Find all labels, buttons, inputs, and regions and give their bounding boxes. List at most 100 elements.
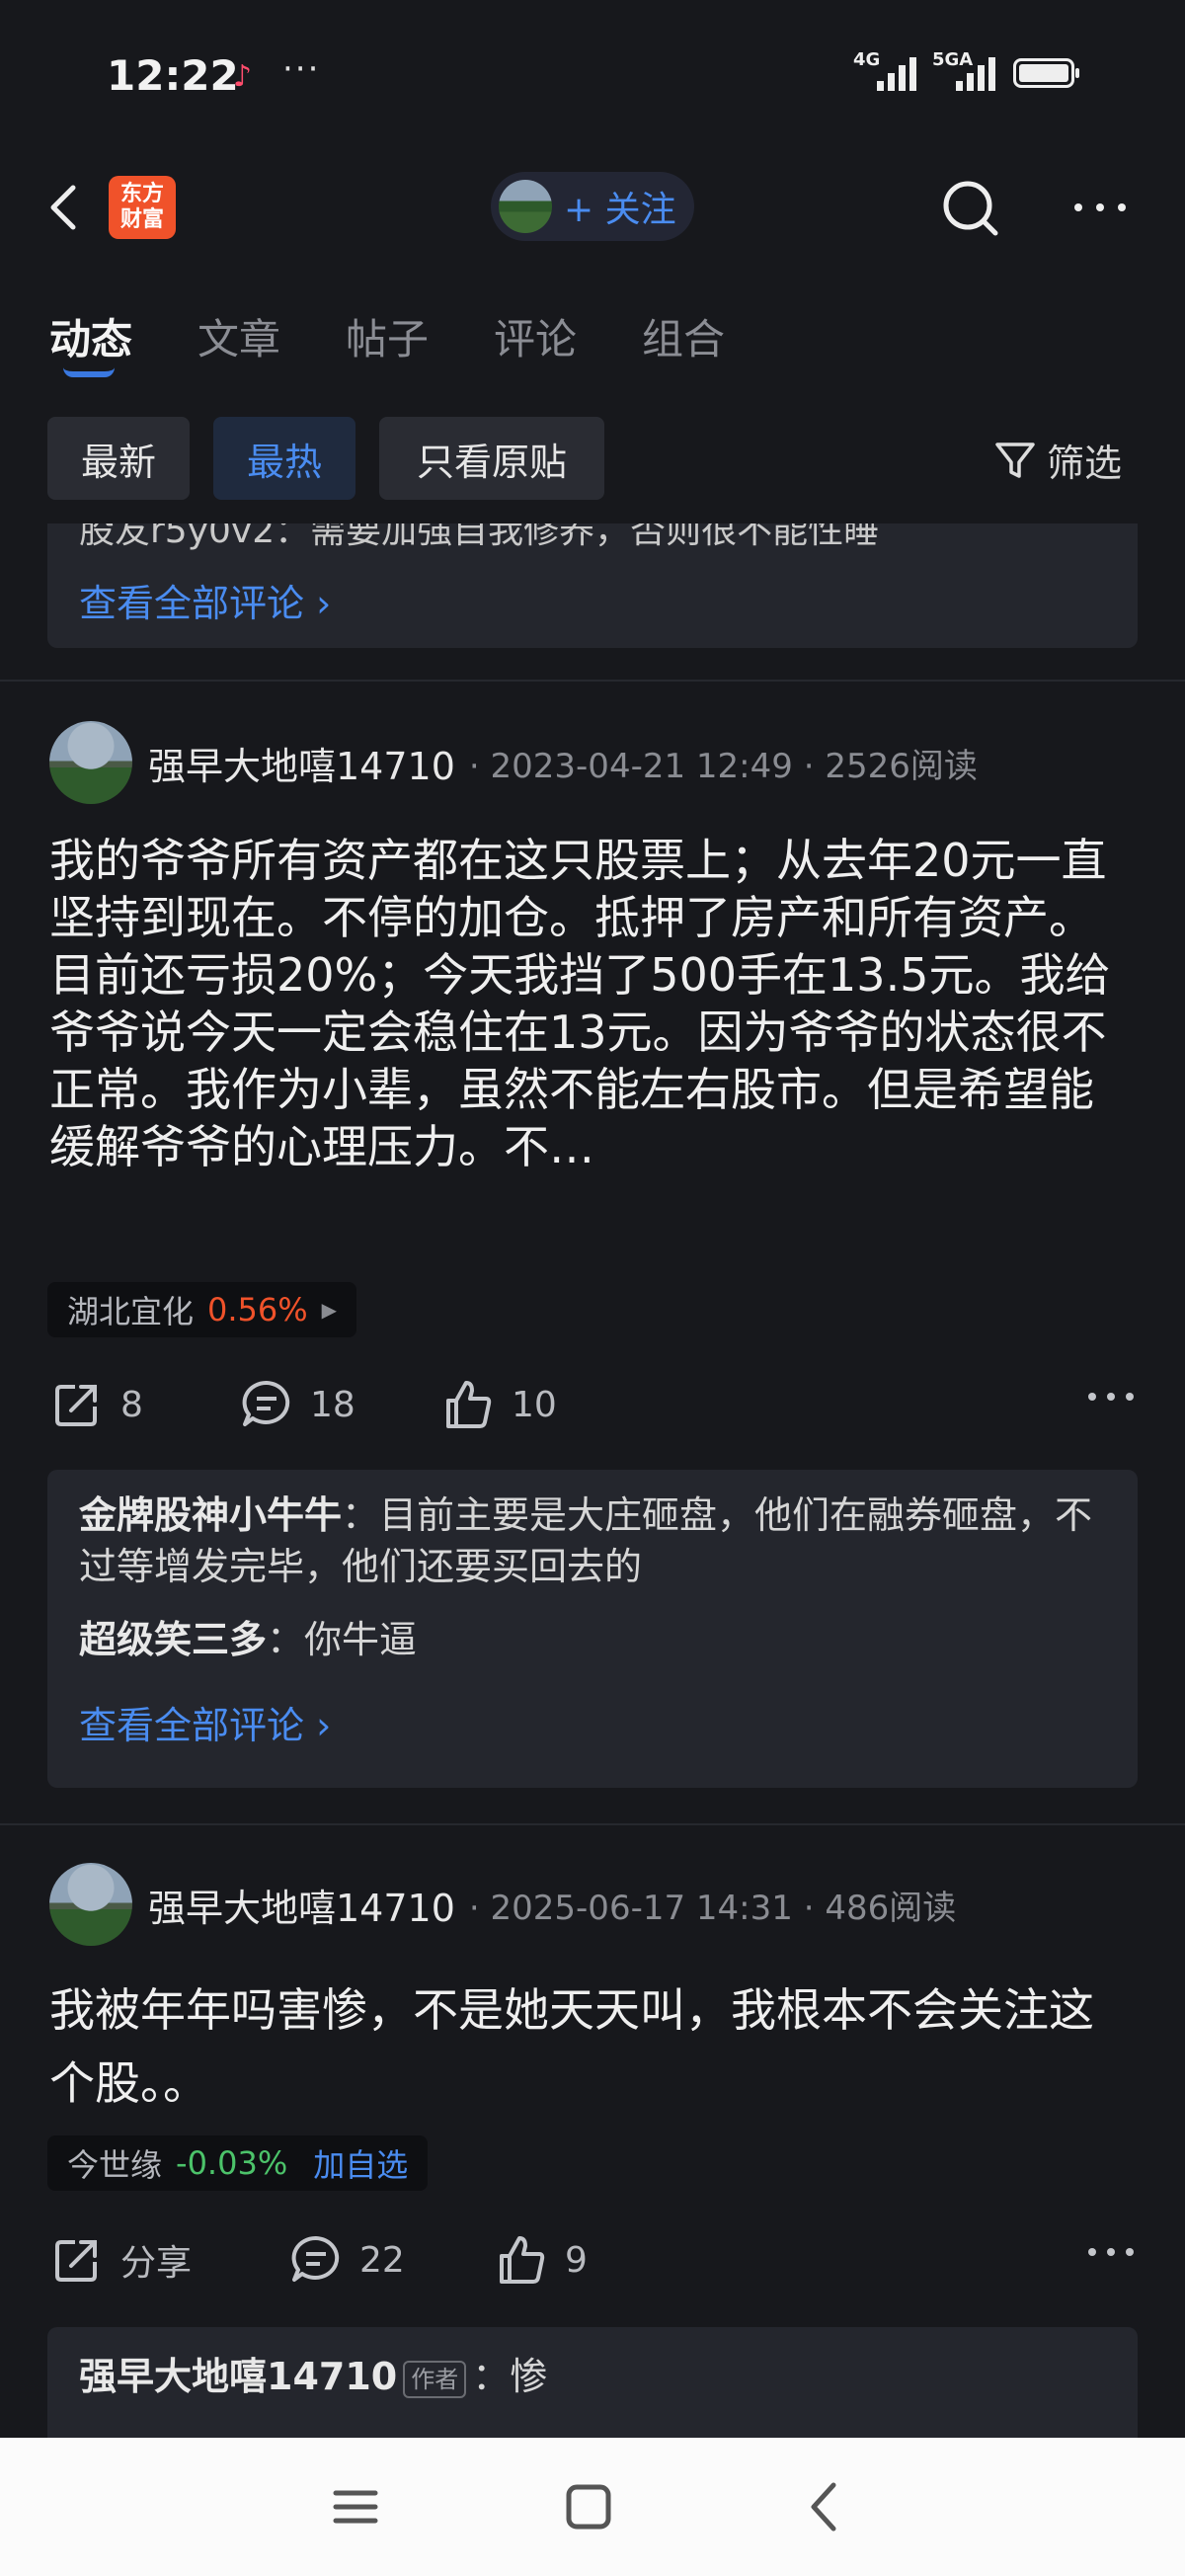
tab-posts[interactable]: 帖子	[346, 306, 429, 366]
share-button[interactable]: 分享	[49, 2232, 192, 2288]
avatar	[499, 180, 552, 233]
filter-row: 最新 最热 只看原贴 筛选	[0, 417, 1185, 502]
comment-item: 强早大地嘻14710 作者 ：惨	[79, 2355, 548, 2398]
like-button[interactable]: 10	[440, 1377, 557, 1432]
post-more-button[interactable]	[1086, 1387, 1136, 1410]
like-count: 9	[565, 2239, 588, 2281]
view-all-comments-link[interactable]: 查看全部评论 ›	[79, 573, 331, 627]
more-dots-icon	[1088, 2248, 1134, 2256]
chip-original-only[interactable]: 只看原贴	[379, 417, 604, 500]
home-square-icon	[566, 2484, 611, 2530]
more-dots-icon	[1074, 203, 1126, 211]
comment-author[interactable]: 强早大地嘻14710	[79, 2355, 397, 2398]
post-actions: 8 18 10	[49, 1377, 1136, 1436]
thumbs-up-icon	[500, 2236, 545, 2284]
author-name[interactable]: 强早大地嘻14710	[148, 1878, 455, 1932]
post-actions: 分享 22 9	[49, 2232, 1136, 2292]
post-more-button[interactable]	[1086, 2242, 1136, 2266]
post-item: 强早大地嘻14710 · 2023-04-21 12:49 · 2526阅读 我…	[0, 721, 1185, 1817]
chip-latest[interactable]: 最新	[47, 417, 190, 500]
stock-tag[interactable]: 今世缘 -0.03% 加自选	[47, 2135, 429, 2191]
tab-dynamic[interactable]: 动态	[49, 306, 132, 366]
tab-indicator	[63, 367, 115, 377]
share-icon	[55, 2240, 97, 2282]
comment-author[interactable]: 超级笑三多	[79, 1618, 267, 1661]
author-name[interactable]: 强早大地嘻14710	[148, 736, 455, 790]
search-button[interactable]	[938, 176, 1001, 239]
tab-comments[interactable]: 评论	[494, 306, 577, 366]
post-reads: 486阅读	[825, 1888, 957, 1928]
filter-label: 筛选	[1047, 442, 1123, 485]
post-meta: · 2025-06-17 14:31 · 486阅读	[468, 1888, 957, 1928]
comment-author[interactable]: 金牌股神小牛牛	[79, 1493, 342, 1537]
comments-preview[interactable]: 强早大地嘻14710 作者 ：惨	[47, 2327, 1138, 2446]
share-button[interactable]: 8	[49, 1377, 143, 1432]
divider	[0, 1823, 1185, 1825]
share-label: 分享	[120, 2243, 193, 2284]
follow-label: + 关注	[564, 190, 676, 230]
more-button[interactable]	[1070, 188, 1130, 227]
post-author-row: 强早大地嘻14710 · 2025-06-17 14:31 · 486阅读	[49, 1863, 956, 1946]
top-nav-bar: 东方 财富 + 关注	[0, 158, 1185, 257]
post-body[interactable]: 我的爷爷所有资产都在这只股票上；从去年20元一直坚持到现在。不停的加仓。抵押了房…	[49, 832, 1136, 1175]
search-icon	[943, 181, 998, 236]
like-count: 10	[512, 1384, 557, 1425]
stock-tag[interactable]: 湖北宜化 0.56% ▶	[47, 1282, 357, 1337]
back-chevron-icon	[811, 2482, 836, 2532]
app-logo[interactable]: 东方 财富	[109, 176, 176, 239]
comment-bubble-icon	[291, 2235, 340, 2282]
battery-icon	[1013, 58, 1079, 88]
comment-button[interactable]: 22	[288, 2232, 405, 2288]
view-all-label: 查看全部评论	[79, 1704, 305, 1747]
avatar[interactable]	[49, 1863, 132, 1946]
more-dots-icon	[1088, 1393, 1134, 1401]
comment-count: 18	[310, 1384, 356, 1425]
view-all-label: 查看全部评论	[79, 582, 305, 625]
previous-comment-card: 股友r5y0v2：需要加强自我修养，否则很不能性睡 查看全部评论 ›	[47, 523, 1138, 648]
post-meta: · 2023-04-21 12:49 · 2526阅读	[468, 746, 978, 786]
comment-text: 惨	[510, 2355, 548, 2398]
filter-funnel-icon	[995, 442, 1035, 478]
tab-articles[interactable]: 文章	[198, 306, 280, 366]
signal-5ga-label: 5GA	[932, 49, 974, 70]
signal-5ga-icon: 5GA	[932, 49, 995, 91]
post-date: 2025-06-17 14:31	[490, 1888, 793, 1928]
stock-name: 湖北宜化	[67, 1293, 195, 1330]
like-button[interactable]: 9	[494, 2232, 588, 2288]
tab-portfolio[interactable]: 组合	[642, 306, 725, 366]
stock-name: 今世缘	[67, 2146, 163, 2184]
play-arrow-icon: ▶	[321, 1298, 338, 1322]
avatar[interactable]	[49, 721, 132, 804]
divider	[0, 680, 1185, 682]
comments-preview[interactable]: 金牌股神小牛牛：目前主要是大庄砸盘，他们在融券砸盘，不过等增发完毕，他们还要买回…	[47, 1470, 1138, 1788]
post-date: 2023-04-21 12:49	[490, 746, 793, 786]
content-tabs: 动态 文章 帖子 评论 组合	[0, 296, 1185, 385]
status-bar: 12:22 ♪ ··· 4G 5GA	[0, 0, 1185, 158]
comment-text: 你牛逼	[304, 1618, 418, 1661]
system-back-button[interactable]	[796, 2477, 855, 2536]
view-all-comments-link[interactable]: 查看全部评论 ›	[79, 1695, 331, 1749]
comment-item: 超级笑三多：你牛逼	[79, 1618, 418, 1661]
chip-hottest[interactable]: 最热	[213, 417, 356, 500]
comment-count: 22	[359, 2239, 405, 2281]
post-reads: 2526阅读	[825, 746, 978, 786]
thumbs-up-icon	[446, 1381, 492, 1428]
post-body[interactable]: 我被年年吗害惨，不是她天天叫，我根本不会关注这个股。。	[49, 1973, 1136, 2120]
signal-4g-label: 4G	[853, 49, 881, 70]
home-button[interactable]	[559, 2477, 618, 2536]
comment-button[interactable]: 18	[239, 1377, 356, 1432]
add-to-watchlist-button[interactable]: 加自选	[313, 2140, 408, 2186]
post-item: 强早大地嘻14710 · 2025-06-17 14:31 · 486阅读 我被…	[0, 1863, 1185, 2446]
stock-change: -0.03%	[176, 2144, 288, 2182]
share-icon	[55, 1385, 97, 1426]
system-nav-bar	[0, 2438, 1185, 2576]
menu-button[interactable]	[326, 2477, 385, 2536]
douyin-icon: ♪	[233, 59, 253, 94]
logo-text: 东方 财富	[119, 182, 164, 232]
share-count: 8	[120, 1384, 143, 1425]
back-button[interactable]	[40, 180, 95, 235]
status-overflow: ···	[282, 49, 321, 89]
comment-bubble-icon	[242, 1380, 290, 1426]
filter-button[interactable]: 筛选	[993, 433, 1122, 487]
follow-button[interactable]: + 关注	[491, 172, 694, 241]
